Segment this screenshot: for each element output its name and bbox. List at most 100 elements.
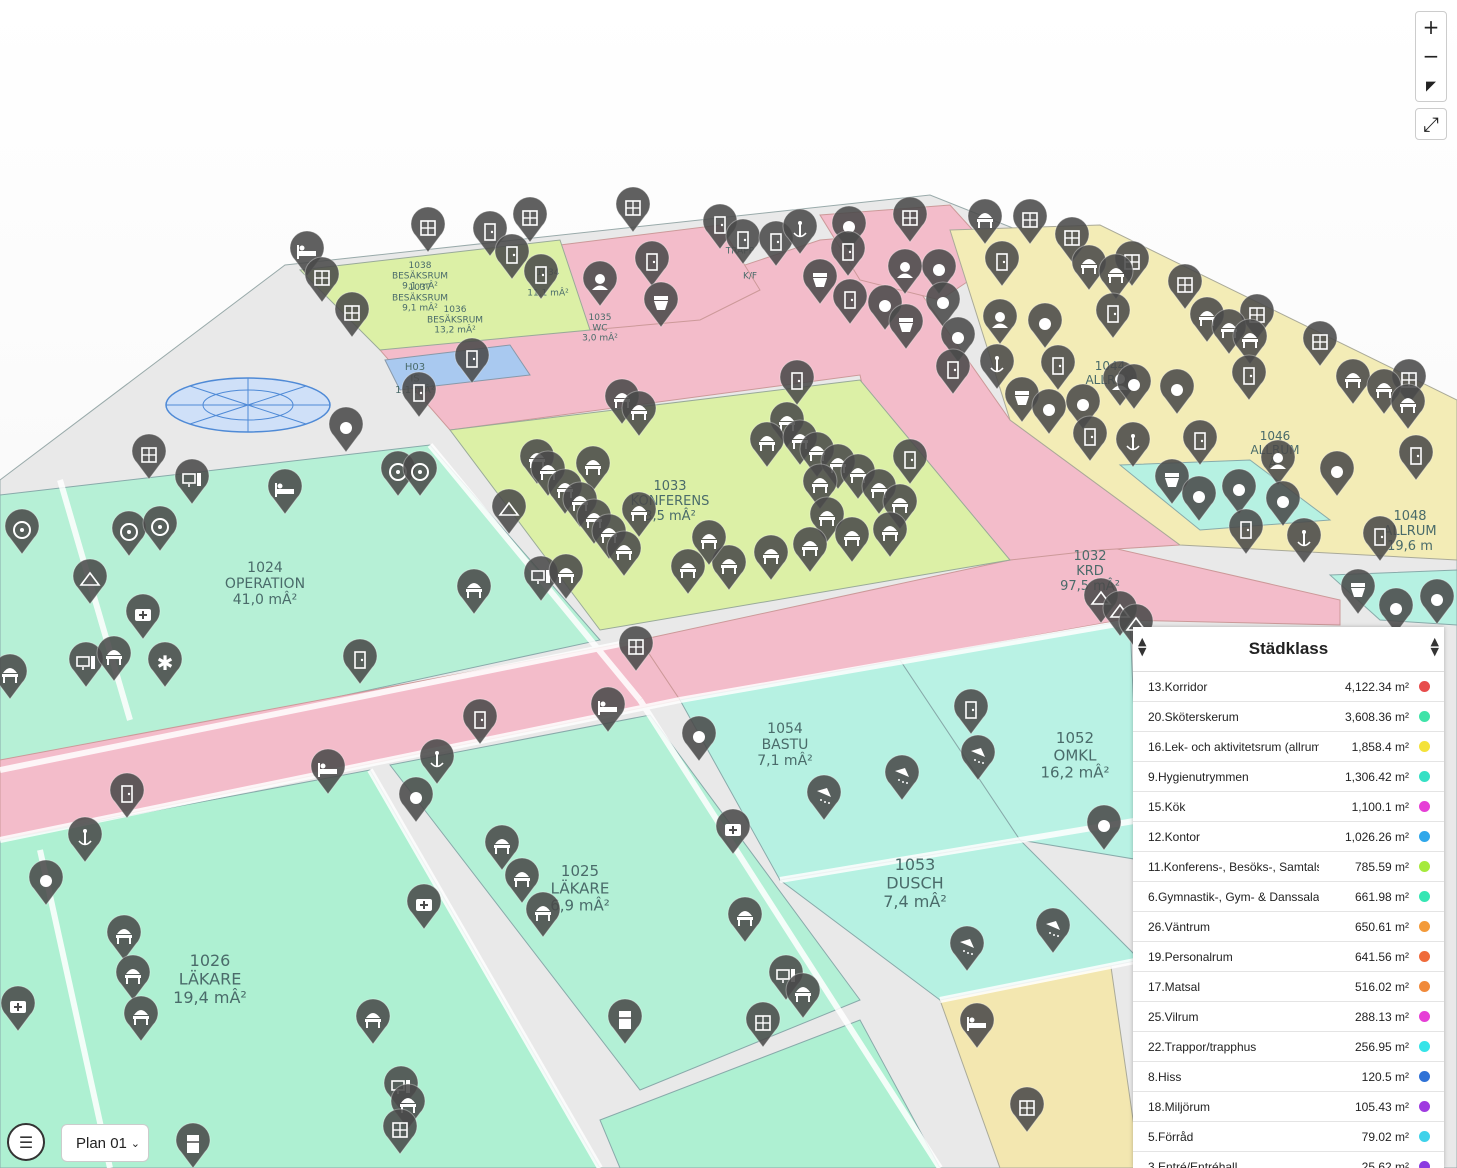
legend-color-dot bbox=[1419, 1131, 1430, 1142]
legend-item[interactable]: 8.Hiss 120.5 m² bbox=[1133, 1062, 1444, 1092]
room-label-number: 1024 bbox=[247, 560, 283, 576]
room-label-name: WC bbox=[592, 323, 607, 333]
room-label-area: 16,2 mÂ² bbox=[1040, 763, 1109, 782]
legend-item-area: 120.5 m² bbox=[1361, 1069, 1409, 1084]
legend-item[interactable]: 12.Kontor 1,026.26 m² bbox=[1133, 822, 1444, 852]
room-label-name: OPERATION bbox=[225, 576, 305, 592]
room-label-area: 13,2 mÂ² bbox=[434, 324, 476, 336]
legend-item[interactable]: 25.Vilrum 288.13 m² bbox=[1133, 1002, 1444, 1032]
legend-item[interactable]: 5.Förråd 79.02 m² bbox=[1133, 1122, 1444, 1152]
legend-item-area: 256.95 m² bbox=[1354, 1039, 1409, 1054]
room-label-number: 1033 bbox=[653, 479, 686, 494]
legend-item[interactable]: 16.Lek- och aktivitetsrum (allrum) 1,858.… bbox=[1133, 732, 1444, 762]
legend-item-area: 25.62 m² bbox=[1361, 1159, 1409, 1168]
legend-item-label: 17.Matsal bbox=[1148, 979, 1201, 994]
resize-icon[interactable]: ▲ ▼ bbox=[1138, 636, 1146, 657]
legend-item-label: 16.Lek- och aktivitetsrum (allrum) bbox=[1148, 739, 1319, 754]
legend-item-area: 105.43 m² bbox=[1354, 1099, 1409, 1114]
legend-item-area: 650.61 m² bbox=[1354, 919, 1409, 934]
legend-color-dot bbox=[1419, 921, 1430, 932]
legend-item-label: 8.Hiss bbox=[1148, 1069, 1182, 1084]
compass-reset-button[interactable]: ◤ bbox=[1415, 71, 1447, 102]
legend-color-dot bbox=[1419, 711, 1430, 722]
legend-item-area: 1,100.1 m² bbox=[1351, 799, 1409, 814]
legend-color-dot bbox=[1419, 771, 1430, 782]
svg-text:✱: ✱ bbox=[157, 651, 174, 675]
room-label-number: 1026 bbox=[190, 951, 231, 970]
floor-select-value: Plan 01 bbox=[76, 1134, 127, 1152]
room-label-number: H03 bbox=[405, 362, 425, 373]
legend-color-dot bbox=[1419, 1101, 1430, 1112]
room-label-number: 1035 bbox=[589, 313, 612, 323]
legend-color-dot bbox=[1419, 831, 1430, 842]
window-marker-icon[interactable] bbox=[615, 186, 651, 233]
room-label-area: 19,4 mÂ² bbox=[173, 988, 247, 1007]
legend-item-label: 22.Trappor/trapphus bbox=[1148, 1039, 1257, 1054]
legend-item[interactable]: 15.Kök 1,100.1 m² bbox=[1133, 792, 1444, 822]
legend-item-area: 661.98 m² bbox=[1354, 889, 1409, 904]
legend-item-label: 20.Sköterskerum bbox=[1148, 709, 1239, 724]
legend-item-label: 3.Entré/Entréhall bbox=[1148, 1159, 1238, 1168]
legend-item-area: 1,026.26 m² bbox=[1344, 829, 1409, 844]
room-label-number: 1037 bbox=[409, 283, 432, 293]
legend-color-dot bbox=[1419, 1011, 1430, 1022]
legend-item[interactable]: 3.Entré/Entréhall 25.62 m² bbox=[1133, 1152, 1444, 1168]
room-label-area: 7,1 mÂ² bbox=[757, 751, 813, 769]
room-label-name: K/F bbox=[743, 271, 757, 281]
room-label-number: 1052 bbox=[1056, 729, 1094, 747]
room-label-number: 1048 bbox=[1393, 509, 1426, 524]
legend-panel: ▲ ▼ Städklass ▲ ▼ 13.Korridor 4,122.34 m² 20… bbox=[1133, 627, 1444, 1168]
room-label-name: KRD bbox=[1076, 564, 1104, 579]
room-label-name: BESÄKSRUM bbox=[392, 292, 448, 303]
legend-color-dot bbox=[1419, 741, 1430, 752]
legend-color-dot bbox=[1419, 1041, 1430, 1052]
room-label-area: 3,0 mÂ² bbox=[582, 332, 618, 344]
menu-button[interactable]: ☰ bbox=[7, 1123, 45, 1161]
legend-item-area: 79.02 m² bbox=[1361, 1129, 1409, 1144]
legend-item[interactable]: 18.Miljörum 105.43 m² bbox=[1133, 1092, 1444, 1122]
legend-item-label: 13.Korridor bbox=[1148, 679, 1208, 694]
legend-color-dot bbox=[1419, 891, 1430, 902]
room-label-number: 1032 bbox=[1073, 549, 1106, 564]
window-marker-icon[interactable] bbox=[410, 206, 446, 253]
zoom-in-button[interactable]: + bbox=[1415, 11, 1447, 43]
legend-color-dot bbox=[1419, 951, 1430, 962]
room-label-area: 41,0 mÂ² bbox=[233, 590, 297, 608]
legend-item[interactable]: 20.Sköterskerum 3,608.36 m² bbox=[1133, 702, 1444, 732]
room-label-name: DUSCH bbox=[886, 873, 943, 892]
room-label-name: LÄKARE bbox=[179, 969, 242, 988]
legend-item-label: 15.Kök bbox=[1148, 799, 1186, 814]
legend-color-dot bbox=[1419, 681, 1430, 692]
legend-item[interactable]: 17.Matsal 516.02 m² bbox=[1133, 972, 1444, 1002]
room-label-number: 1038 bbox=[409, 261, 432, 271]
legend-item[interactable]: 9.Hygienutrymmen 1,306.42 m² bbox=[1133, 762, 1444, 792]
legend-item-area: 4,122.34 m² bbox=[1344, 679, 1409, 694]
hamburger-icon: ☰ bbox=[18, 1132, 34, 1152]
legend-color-dot bbox=[1419, 801, 1430, 812]
legend-title: Städklass bbox=[1248, 639, 1329, 658]
legend-item[interactable]: 13.Korridor 4,122.34 m² bbox=[1133, 672, 1444, 702]
legend-item[interactable]: 6.Gymnastik-, Gym- & Danssalar 661.98 m² bbox=[1133, 882, 1444, 912]
legend-item-area: 3,608.36 m² bbox=[1344, 709, 1409, 724]
legend-item-area: 516.02 m² bbox=[1354, 979, 1409, 994]
legend-item[interactable]: 11.Konferens-, Besöks-, Samtalsrum 785.59… bbox=[1133, 852, 1444, 882]
legend-item-label: 9.Hygienutrymmen bbox=[1148, 769, 1249, 784]
legend-item-label: 12.Kontor bbox=[1148, 829, 1201, 844]
zoom-out-button[interactable]: − bbox=[1415, 41, 1447, 72]
room-label-number: 1036 bbox=[444, 305, 467, 315]
legend-list: 13.Korridor 4,122.34 m² 20.Sköterskerum 3,6… bbox=[1133, 672, 1444, 1168]
legend-item[interactable]: 26.Väntrum 650.61 m² bbox=[1133, 912, 1444, 942]
room-label-number: 1053 bbox=[895, 855, 936, 874]
legend-item-label: 6.Gymnastik-, Gym- & Danssalar bbox=[1148, 889, 1319, 904]
room-label-name: BASTU bbox=[762, 737, 809, 753]
fullscreen-button[interactable]: ⤢ bbox=[1415, 108, 1447, 140]
legend-item-area: 785.59 m² bbox=[1354, 859, 1409, 874]
room-label-name: BESÄKSRUM bbox=[427, 314, 483, 325]
room-label-area: 9,1 mÂ² bbox=[402, 302, 438, 314]
legend-item-label: 26.Väntrum bbox=[1148, 919, 1211, 934]
legend-item[interactable]: 22.Trappor/trapphus 256.95 m² bbox=[1133, 1032, 1444, 1062]
legend-item-label: 11.Konferens-, Besöks-, Samtalsrum bbox=[1148, 859, 1319, 874]
floor-select[interactable]: Plan 01 ⌄ bbox=[61, 1124, 149, 1162]
resize-icon[interactable]: ▲ ▼ bbox=[1431, 636, 1439, 657]
legend-item[interactable]: 19.Personalrum 641.56 m² bbox=[1133, 942, 1444, 972]
